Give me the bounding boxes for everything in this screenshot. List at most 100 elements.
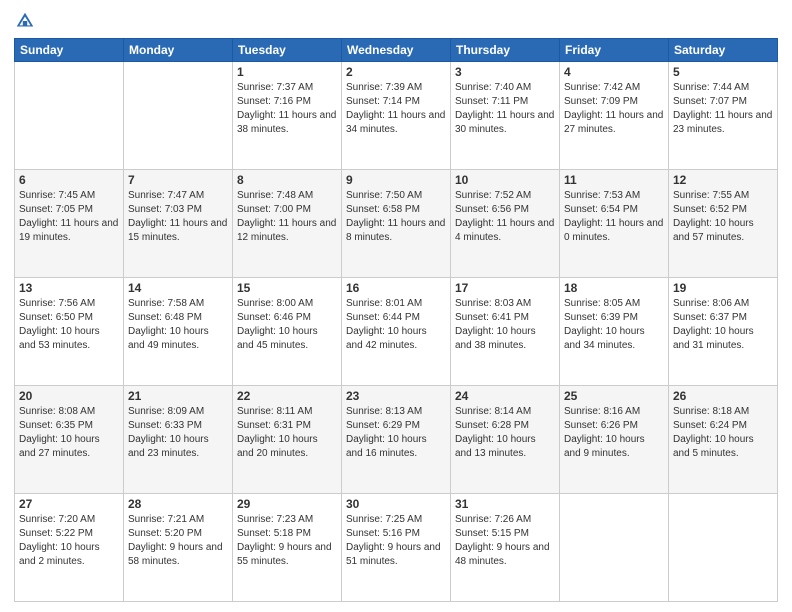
logo [14, 10, 40, 32]
day-info: Sunrise: 8:16 AM Sunset: 6:26 PM Dayligh… [564, 405, 664, 461]
day-cell: 7 Sunrise: 7:47 AM Sunset: 7:03 PM Daylig… [124, 170, 233, 278]
day-cell: 2 Sunrise: 7:39 AM Sunset: 7:14 PM Daylig… [342, 62, 451, 170]
day-cell: 13Sunrise: 7:56 AM Sunset: 6:50 PM Dayli… [15, 278, 124, 386]
day-number: 20 [19, 389, 119, 403]
logo-icon [14, 10, 36, 32]
day-cell: 15Sunrise: 8:00 AM Sunset: 6:46 PM Dayli… [233, 278, 342, 386]
day-info: Sunrise: 8:11 AM Sunset: 6:31 PM Dayligh… [237, 405, 337, 461]
day-cell: 23 Sunrise: 8:13 AM Sunset: 6:29 PM Dayli… [342, 386, 451, 494]
day-cell: 24Sunrise: 8:14 AM Sunset: 6:28 PM Dayli… [451, 386, 560, 494]
day-info: Sunrise: 7:20 AM Sunset: 5:22 PM Dayligh… [19, 513, 119, 569]
day-cell: 27Sunrise: 7:20 AM Sunset: 5:22 PM Dayli… [15, 494, 124, 602]
page: SundayMondayTuesdayWednesdayThursdayFrid… [0, 0, 792, 612]
day-info: Sunrise: 7:55 AM Sunset: 6:52 PM Dayligh… [673, 189, 773, 245]
header [14, 10, 778, 32]
day-number: 21 [128, 389, 228, 403]
day-cell [669, 494, 778, 602]
day-number: 18 [564, 281, 664, 295]
day-info: Sunrise: 7:58 AM Sunset: 6:48 PM Dayligh… [128, 297, 228, 353]
day-info: Sunrise: 7:48 AM Sunset: 7:00 PM Dayligh… [237, 189, 337, 245]
day-number: 22 [237, 389, 337, 403]
day-info: Sunrise: 8:01 AM Sunset: 6:44 PM Dayligh… [346, 297, 446, 353]
day-info: Sunrise: 7:26 AM Sunset: 5:15 PM Dayligh… [455, 513, 555, 569]
day-cell: 22 Sunrise: 8:11 AM Sunset: 6:31 PM Dayli… [233, 386, 342, 494]
day-cell: 26 Sunrise: 8:18 AM Sunset: 6:24 PM Dayli… [669, 386, 778, 494]
header-cell-friday: Friday [560, 39, 669, 62]
day-cell [560, 494, 669, 602]
calendar-body: 1 Sunrise: 7:37 AM Sunset: 7:16 PM Daylig… [15, 62, 778, 602]
day-info: Sunrise: 7:50 AM Sunset: 6:58 PM Dayligh… [346, 189, 446, 245]
day-number: 15 [237, 281, 337, 295]
day-number: 16 [346, 281, 446, 295]
day-info: Sunrise: 8:09 AM Sunset: 6:33 PM Dayligh… [128, 405, 228, 461]
day-cell: 16 Sunrise: 8:01 AM Sunset: 6:44 PM Dayli… [342, 278, 451, 386]
day-number: 5 [673, 65, 773, 79]
day-info: Sunrise: 7:42 AM Sunset: 7:09 PM Dayligh… [564, 81, 664, 137]
day-number: 30 [346, 497, 446, 511]
day-info: Sunrise: 7:21 AM Sunset: 5:20 PM Dayligh… [128, 513, 228, 569]
day-info: Sunrise: 8:06 AM Sunset: 6:37 PM Dayligh… [673, 297, 773, 353]
day-info: Sunrise: 7:56 AM Sunset: 6:50 PM Dayligh… [19, 297, 119, 353]
calendar-header: SundayMondayTuesdayWednesdayThursdayFrid… [15, 39, 778, 62]
week-row-1: 1 Sunrise: 7:37 AM Sunset: 7:16 PM Daylig… [15, 62, 778, 170]
day-info: Sunrise: 8:08 AM Sunset: 6:35 PM Dayligh… [19, 405, 119, 461]
day-number: 25 [564, 389, 664, 403]
day-cell: 10Sunrise: 7:52 AM Sunset: 6:56 PM Dayli… [451, 170, 560, 278]
day-cell: 14Sunrise: 7:58 AM Sunset: 6:48 PM Dayli… [124, 278, 233, 386]
day-number: 7 [128, 173, 228, 187]
day-cell [124, 62, 233, 170]
day-number: 23 [346, 389, 446, 403]
day-number: 1 [237, 65, 337, 79]
day-number: 11 [564, 173, 664, 187]
day-number: 19 [673, 281, 773, 295]
day-cell [15, 62, 124, 170]
day-info: Sunrise: 7:53 AM Sunset: 6:54 PM Dayligh… [564, 189, 664, 245]
day-info: Sunrise: 7:25 AM Sunset: 5:16 PM Dayligh… [346, 513, 446, 569]
header-cell-tuesday: Tuesday [233, 39, 342, 62]
day-cell: 20 Sunrise: 8:08 AM Sunset: 6:35 PM Dayli… [15, 386, 124, 494]
day-info: Sunrise: 7:44 AM Sunset: 7:07 PM Dayligh… [673, 81, 773, 137]
header-cell-sunday: Sunday [15, 39, 124, 62]
week-row-4: 20 Sunrise: 8:08 AM Sunset: 6:35 PM Dayli… [15, 386, 778, 494]
day-cell: 30 Sunrise: 7:25 AM Sunset: 5:16 PM Dayli… [342, 494, 451, 602]
day-info: Sunrise: 7:40 AM Sunset: 7:11 PM Dayligh… [455, 81, 555, 137]
day-cell: 29Sunrise: 7:23 AM Sunset: 5:18 PM Dayli… [233, 494, 342, 602]
day-cell: 3 Sunrise: 7:40 AM Sunset: 7:11 PM Daylig… [451, 62, 560, 170]
day-cell: 11 Sunrise: 7:53 AM Sunset: 6:54 PM Dayli… [560, 170, 669, 278]
day-info: Sunrise: 7:37 AM Sunset: 7:16 PM Dayligh… [237, 81, 337, 137]
day-number: 9 [346, 173, 446, 187]
day-cell: 28Sunrise: 7:21 AM Sunset: 5:20 PM Dayli… [124, 494, 233, 602]
day-info: Sunrise: 8:03 AM Sunset: 6:41 PM Dayligh… [455, 297, 555, 353]
day-cell: 18 Sunrise: 8:05 AM Sunset: 6:39 PM Dayli… [560, 278, 669, 386]
day-cell: 21 Sunrise: 8:09 AM Sunset: 6:33 PM Dayli… [124, 386, 233, 494]
header-cell-thursday: Thursday [451, 39, 560, 62]
day-cell: 12 Sunrise: 7:55 AM Sunset: 6:52 PM Dayli… [669, 170, 778, 278]
header-cell-monday: Monday [124, 39, 233, 62]
day-info: Sunrise: 7:45 AM Sunset: 7:05 PM Dayligh… [19, 189, 119, 245]
day-number: 4 [564, 65, 664, 79]
day-cell: 5 Sunrise: 7:44 AM Sunset: 7:07 PM Daylig… [669, 62, 778, 170]
day-cell: 19 Sunrise: 8:06 AM Sunset: 6:37 PM Dayli… [669, 278, 778, 386]
day-cell: 4 Sunrise: 7:42 AM Sunset: 7:09 PM Daylig… [560, 62, 669, 170]
day-cell: 6Sunrise: 7:45 AM Sunset: 7:05 PM Daylig… [15, 170, 124, 278]
day-number: 24 [455, 389, 555, 403]
day-cell: 8Sunrise: 7:48 AM Sunset: 7:00 PM Daylig… [233, 170, 342, 278]
day-number: 29 [237, 497, 337, 511]
day-number: 26 [673, 389, 773, 403]
day-info: Sunrise: 8:05 AM Sunset: 6:39 PM Dayligh… [564, 297, 664, 353]
header-cell-wednesday: Wednesday [342, 39, 451, 62]
day-info: Sunrise: 7:47 AM Sunset: 7:03 PM Dayligh… [128, 189, 228, 245]
day-cell: 9 Sunrise: 7:50 AM Sunset: 6:58 PM Daylig… [342, 170, 451, 278]
day-info: Sunrise: 8:13 AM Sunset: 6:29 PM Dayligh… [346, 405, 446, 461]
day-number: 3 [455, 65, 555, 79]
day-info: Sunrise: 7:39 AM Sunset: 7:14 PM Dayligh… [346, 81, 446, 137]
day-info: Sunrise: 8:18 AM Sunset: 6:24 PM Dayligh… [673, 405, 773, 461]
day-number: 12 [673, 173, 773, 187]
day-number: 17 [455, 281, 555, 295]
header-row: SundayMondayTuesdayWednesdayThursdayFrid… [15, 39, 778, 62]
day-number: 2 [346, 65, 446, 79]
header-cell-saturday: Saturday [669, 39, 778, 62]
week-row-5: 27Sunrise: 7:20 AM Sunset: 5:22 PM Dayli… [15, 494, 778, 602]
day-cell: 17 Sunrise: 8:03 AM Sunset: 6:41 PM Dayli… [451, 278, 560, 386]
day-cell: 25 Sunrise: 8:16 AM Sunset: 6:26 PM Dayli… [560, 386, 669, 494]
